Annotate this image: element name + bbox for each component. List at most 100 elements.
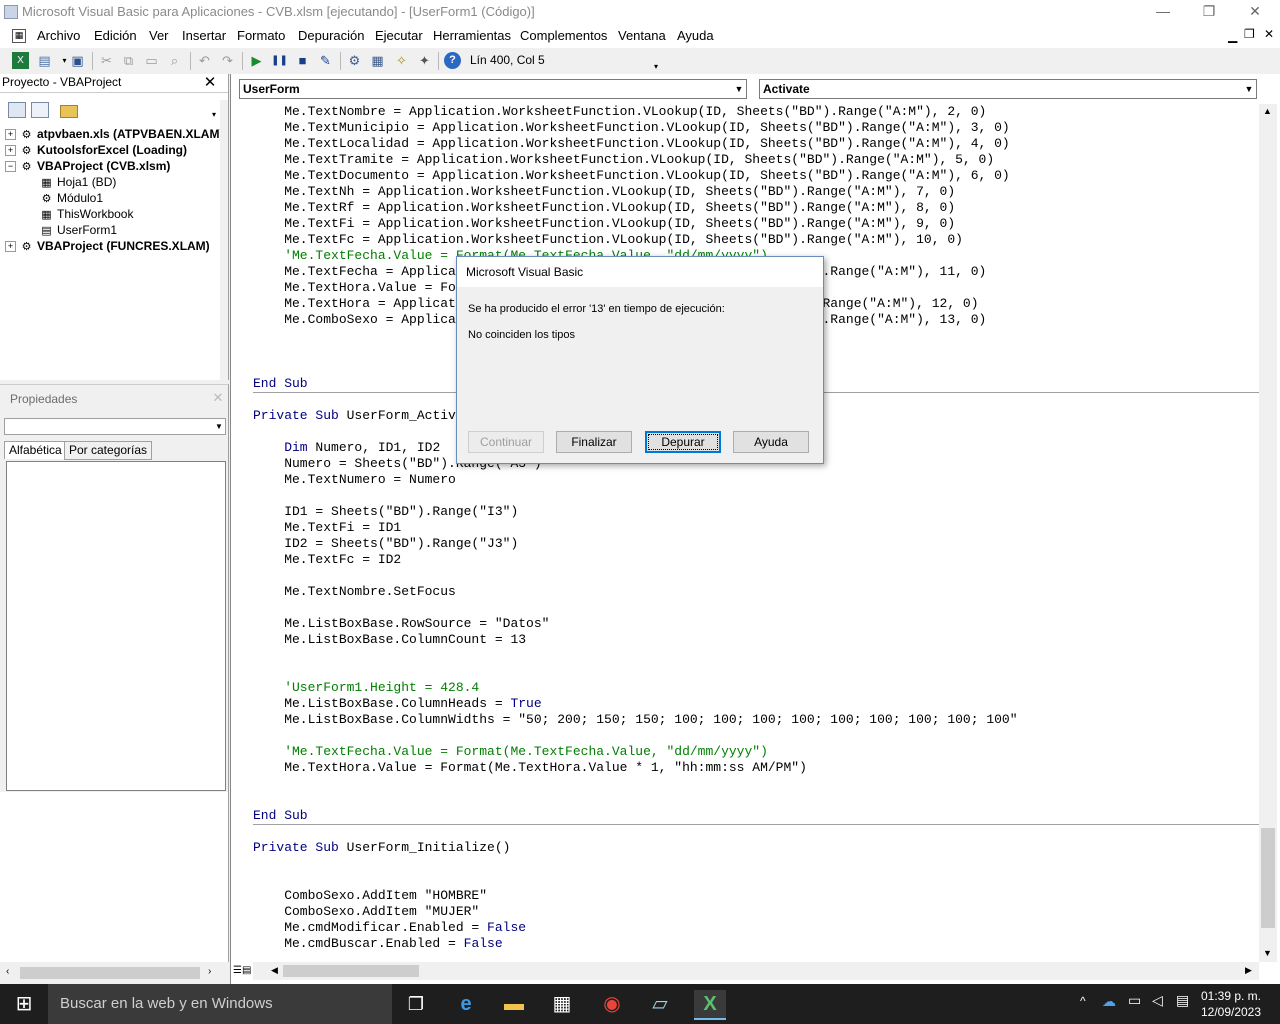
- scroll-up-icon[interactable]: ▲: [1263, 106, 1272, 116]
- code-line[interactable]: Me.cmdBuscar.Enabled = False: [253, 936, 502, 952]
- chevron-up-icon[interactable]: ^: [1080, 994, 1086, 1008]
- code-line[interactable]: 'Me.TextFecha.Value = Format(Me.TextFech…: [253, 744, 768, 760]
- code-line[interactable]: Me.TextDocumento = Application.Worksheet…: [253, 168, 1010, 184]
- file-explorer-icon[interactable]: ▬: [498, 990, 530, 1018]
- close-button[interactable]: ✕: [1232, 0, 1278, 24]
- chevron-down-icon[interactable]: ▼: [1242, 80, 1256, 98]
- procedure-combo[interactable]: Activate ▼: [759, 79, 1257, 99]
- notepad-icon[interactable]: ▱: [644, 990, 676, 1018]
- redo-icon[interactable]: ↷: [219, 52, 236, 69]
- menu-ver[interactable]: Ver: [149, 28, 169, 43]
- end-button[interactable]: Finalizar: [556, 431, 632, 453]
- tree-item-kutools[interactable]: + ⚙ KutoolsforExcel (Loading): [5, 143, 187, 157]
- code-line[interactable]: Me.ListBoxBase.ColumnWidths = "50; 200; …: [253, 712, 1017, 728]
- paste-icon[interactable]: ▭: [143, 52, 160, 69]
- undo-icon[interactable]: ↶: [196, 52, 213, 69]
- code-line[interactable]: Private Sub UserForm_Initialize(): [253, 840, 510, 856]
- horizontal-scrollbar[interactable]: ◀ ▶: [253, 962, 1259, 980]
- project-explorer-close-icon[interactable]: ✕: [202, 75, 218, 91]
- help-icon[interactable]: ?: [444, 52, 461, 69]
- scroll-thumb[interactable]: [1261, 828, 1275, 928]
- toolbox-icon[interactable]: ✦: [416, 52, 433, 69]
- windows-start-icon[interactable]: ⊞: [8, 990, 40, 1018]
- tab-por-categorias[interactable]: Por categorías: [64, 441, 153, 460]
- code-line[interactable]: Me.TextFc = ID2: [253, 552, 401, 568]
- menu-archivo[interactable]: Archivo: [37, 28, 80, 43]
- scroll-left-icon[interactable]: ‹: [6, 966, 9, 977]
- code-line[interactable]: ID2 = Sheets("BD").Range("J3"): [253, 536, 518, 552]
- code-line[interactable]: ComboSexo.AddItem "HOMBRE": [253, 888, 487, 904]
- code-line[interactable]: ComboSexo.AddItem "MUJER": [253, 904, 479, 920]
- project-explorer-icon[interactable]: ⚙: [346, 52, 363, 69]
- view-code-icon[interactable]: [8, 102, 26, 118]
- mdi-close-icon[interactable]: ✕: [1264, 27, 1274, 41]
- cut-icon[interactable]: ✂: [98, 52, 115, 69]
- toggle-folders-icon[interactable]: [60, 105, 78, 118]
- code-line[interactable]: Me.TextFi = Application.WorksheetFunctio…: [253, 216, 955, 232]
- chrome-icon[interactable]: ◉: [596, 990, 628, 1018]
- menu-ventana[interactable]: Ventana: [618, 28, 666, 43]
- run-icon[interactable]: ▶: [248, 52, 265, 69]
- excel-icon[interactable]: X: [694, 990, 726, 1020]
- continue-button[interactable]: Continuar: [468, 431, 544, 453]
- tree-item-userform1[interactable]: ▤ UserForm1: [40, 223, 117, 237]
- network-icon[interactable]: ▭: [1128, 992, 1141, 1009]
- tree-item-atpvbaen[interactable]: + ⚙ atpvbaen.xls (ATPVBAEN.XLAM): [5, 127, 223, 141]
- scroll-left-icon[interactable]: ◀: [271, 965, 278, 976]
- insert-userform-icon[interactable]: ▤: [36, 52, 53, 69]
- code-line[interactable]: Me.ListBoxBase.ColumnHeads = True: [253, 696, 541, 712]
- menu-ayuda[interactable]: Ayuda: [677, 28, 714, 43]
- code-line[interactable]: Me.TextNombre.SetFocus: [253, 584, 456, 600]
- copy-icon[interactable]: ⧉: [120, 52, 137, 69]
- chevron-down-icon[interactable]: ▼: [732, 80, 746, 98]
- store-icon[interactable]: ▦: [546, 990, 578, 1018]
- code-line[interactable]: Me.ListBoxBase.ColumnCount = 13: [253, 632, 526, 648]
- mdi-restore-icon[interactable]: ❐: [1244, 27, 1255, 41]
- code-line[interactable]: Me.TextTramite = Application.WorksheetFu…: [253, 152, 994, 168]
- stop-icon[interactable]: ■: [294, 52, 311, 69]
- help-button[interactable]: Ayuda: [733, 431, 809, 453]
- code-line[interactable]: End Sub: [253, 808, 308, 824]
- code-line[interactable]: Me.TextRf = Application.WorksheetFunctio…: [253, 200, 955, 216]
- code-line[interactable]: Me.TextFi = ID1: [253, 520, 401, 536]
- properties-grid[interactable]: [6, 461, 226, 791]
- save-icon[interactable]: ▣: [69, 52, 86, 69]
- volume-icon[interactable]: ◁: [1152, 992, 1163, 1009]
- properties-object-combo[interactable]: ▼: [4, 418, 226, 435]
- code-line[interactable]: Me.TextNumero = Numero: [253, 472, 456, 488]
- object-browser-icon[interactable]: ✧: [393, 52, 410, 69]
- view-mode-icon[interactable]: ☰▤: [233, 962, 253, 980]
- chevron-down-icon[interactable]: ▼: [213, 419, 225, 434]
- restore-button[interactable]: ❐: [1186, 0, 1232, 24]
- code-line[interactable]: Me.TextMunicipio = Application.Worksheet…: [253, 120, 1010, 136]
- project-explorer-scrollbar[interactable]: [220, 100, 228, 380]
- tree-item-funcres[interactable]: + ⚙ VBAProject (FUNCRES.XLAM): [5, 239, 210, 253]
- edge-icon[interactable]: e: [450, 990, 482, 1018]
- minimize-button[interactable]: —: [1140, 0, 1186, 24]
- scroll-down-icon[interactable]: ▼: [1263, 948, 1272, 958]
- code-line[interactable]: End Sub: [253, 376, 308, 392]
- scroll-right-icon[interactable]: ▶: [1245, 965, 1252, 976]
- task-view-icon[interactable]: ❐: [400, 990, 432, 1018]
- code-line[interactable]: ID1 = Sheets("BD").Range("I3"): [253, 504, 518, 520]
- code-line[interactable]: Me.ListBoxBase.RowSource = "Datos": [253, 616, 549, 632]
- object-combo[interactable]: UserForm ▼: [239, 79, 747, 99]
- code-line[interactable]: Me.TextNh = Application.WorksheetFunctio…: [253, 184, 955, 200]
- system-clock[interactable]: 01:39 p. m. 12/09/2023: [1196, 988, 1266, 1020]
- tree-item-thisworkbook[interactable]: ▦ ThisWorkbook: [40, 207, 133, 221]
- view-object-icon[interactable]: [31, 102, 49, 118]
- design-mode-icon[interactable]: ✎: [317, 52, 334, 69]
- menu-edicion[interactable]: Edición: [94, 28, 137, 43]
- system-menu-icon[interactable]: ▦: [12, 29, 26, 43]
- properties-close-icon[interactable]: ✕: [210, 390, 226, 406]
- project-toolbar-scroll-icon[interactable]: ▾: [208, 100, 220, 122]
- menu-ejecutar[interactable]: Ejecutar: [375, 28, 423, 43]
- code-line[interactable]: Me.cmdModificar.Enabled = False: [253, 920, 526, 936]
- menu-complementos[interactable]: Complementos: [520, 28, 607, 43]
- tree-item-hoja1[interactable]: ▦ Hoja1 (BD): [40, 175, 116, 189]
- vertical-scrollbar[interactable]: ▲ ▼: [1259, 104, 1277, 962]
- tree-item-vbaproject-cvb[interactable]: − ⚙ VBAProject (CVB.xlsm): [5, 159, 170, 173]
- properties-window-icon[interactable]: ▦: [369, 52, 386, 69]
- mdi-minimize-icon[interactable]: ▁: [1228, 29, 1237, 43]
- menu-depuracion[interactable]: Depuración: [298, 28, 365, 43]
